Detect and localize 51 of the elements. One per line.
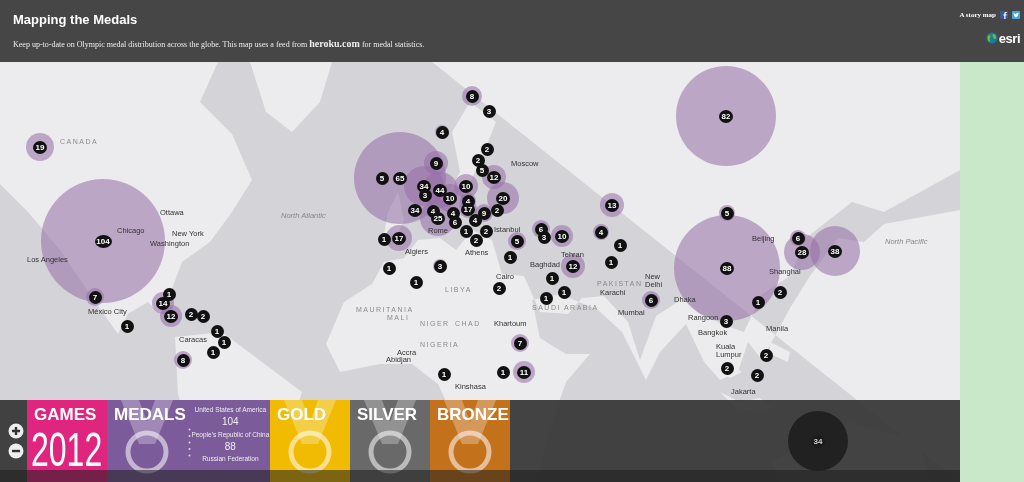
map-title: Mapping the Medals bbox=[13, 11, 139, 29]
tile-title: MEDALS bbox=[113, 404, 186, 423]
cluster-marker[interactable]: 4 bbox=[435, 125, 449, 139]
cluster-marker[interactable]: 1 bbox=[545, 271, 559, 285]
tile-title: GOLD bbox=[276, 404, 328, 423]
cluster-marker[interactable]: 1 bbox=[210, 324, 224, 338]
cluster-marker[interactable]: 5 bbox=[375, 171, 389, 185]
cluster-marker[interactable]: 2 bbox=[490, 203, 504, 217]
pager-dots-icon bbox=[187, 428, 191, 458]
cluster-marker[interactable]: 3 bbox=[418, 188, 432, 202]
cluster-marker[interactable]: 2 bbox=[196, 309, 210, 323]
cluster-marker[interactable]: 34 bbox=[408, 203, 422, 217]
cluster-marker[interactable]: 9 bbox=[429, 156, 443, 170]
medal-total: 88 bbox=[223, 440, 237, 454]
twitter-icon[interactable] bbox=[1012, 11, 1020, 20]
cluster-marker[interactable]: 44 bbox=[433, 183, 447, 197]
cluster-marker[interactable]: 1 bbox=[613, 238, 627, 252]
cluster-halo bbox=[810, 226, 860, 276]
category-tile[interactable]: GAMES 2012 bbox=[27, 400, 107, 482]
cluster-marker[interactable]: 10 bbox=[555, 229, 569, 243]
medal-total: 104 bbox=[221, 416, 240, 429]
map-subtitle: Keep up-to-date on Olympic medal distribution across the globe. This map uses a feed from heroku.com for medal statistics. bbox=[13, 36, 425, 51]
cluster-marker[interactable]: 12 bbox=[566, 259, 580, 273]
cluster-marker[interactable]: 4 bbox=[446, 206, 460, 220]
cluster-marker[interactable]: 1 bbox=[503, 250, 517, 264]
cluster-marker[interactable]: 2 bbox=[750, 368, 764, 382]
cluster-marker[interactable]: 20 bbox=[496, 191, 510, 205]
cluster-marker[interactable]: 1 bbox=[377, 232, 391, 246]
tile-title: GAMES bbox=[33, 404, 98, 423]
cluster-marker[interactable]: 5 bbox=[510, 234, 524, 248]
cluster-marker[interactable]: 17 bbox=[461, 202, 475, 216]
cluster-marker[interactable]: 1 bbox=[604, 255, 618, 269]
cluster-marker[interactable]: 65 bbox=[393, 171, 407, 185]
cluster-marker[interactable]: 9 bbox=[477, 206, 491, 220]
cluster-marker[interactable]: 12 bbox=[164, 309, 178, 323]
logo-text: esri bbox=[998, 29, 1020, 48]
facebook-icon[interactable] bbox=[1000, 11, 1008, 20]
cluster-marker[interactable]: 12 bbox=[487, 170, 501, 184]
cluster-marker[interactable]: 2 bbox=[773, 285, 787, 299]
year-text: 2012 bbox=[31, 425, 103, 473]
cluster-marker[interactable]: 3 bbox=[719, 314, 733, 328]
cluster-marker[interactable]: 4 bbox=[594, 225, 608, 239]
cluster-marker[interactable]: 1 bbox=[539, 291, 553, 305]
tile-title: BRONZE bbox=[436, 404, 510, 423]
cluster-marker[interactable]: 6 bbox=[644, 293, 658, 307]
tile-title: SILVER bbox=[356, 404, 419, 423]
cluster-marker[interactable]: 1 bbox=[557, 285, 571, 299]
globe-icon bbox=[985, 32, 998, 45]
cluster-marker[interactable]: 2 bbox=[184, 307, 198, 321]
cluster-marker[interactable]: 2 bbox=[479, 224, 493, 238]
cluster-marker[interactable]: 1 bbox=[459, 224, 473, 238]
